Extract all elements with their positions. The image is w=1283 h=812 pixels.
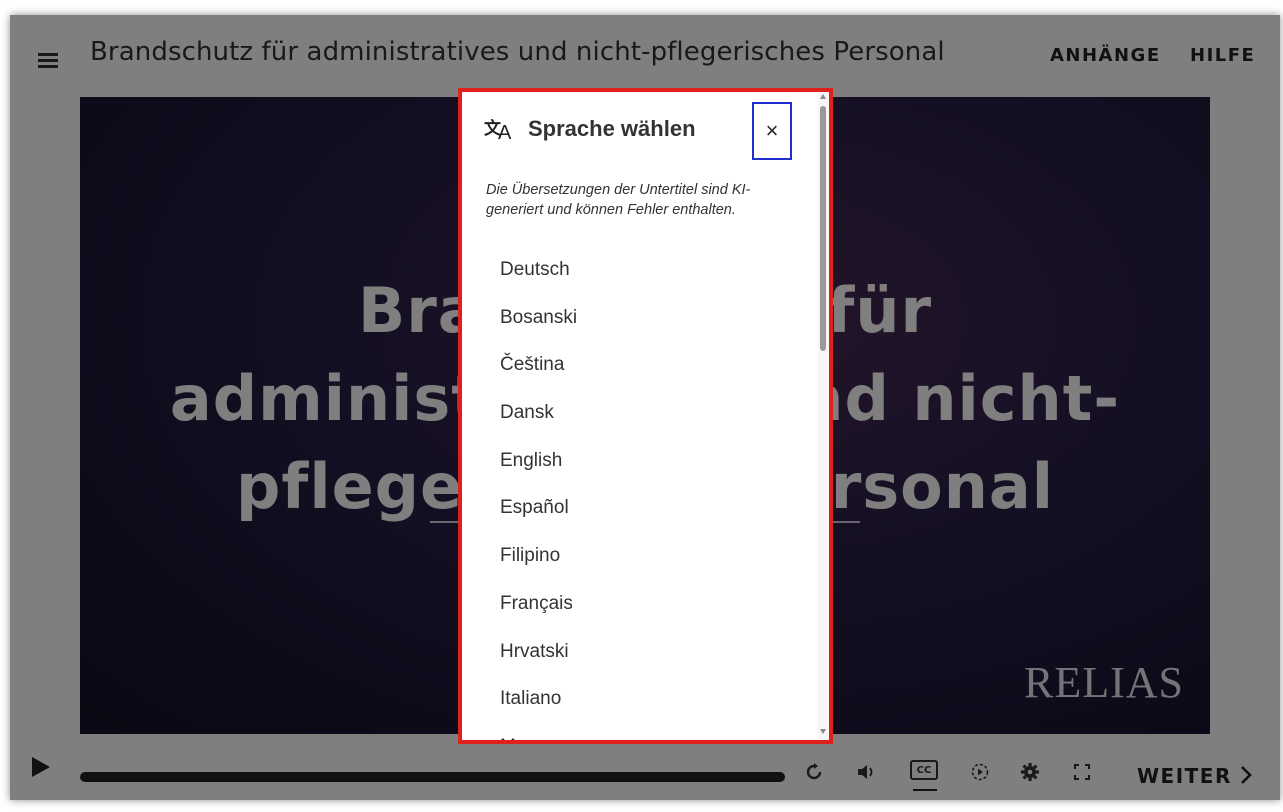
language-option[interactable]: English: [462, 437, 822, 485]
language-option[interactable]: Español: [462, 484, 822, 532]
scrollbar-thumb[interactable]: [820, 106, 826, 351]
language-list: Deutsch Bosanski Čeština Dansk English E…: [462, 246, 822, 740]
scroll-up-arrow-icon[interactable]: [820, 94, 826, 99]
close-button[interactable]: ×: [752, 102, 792, 160]
language-option[interactable]: Čeština: [462, 341, 822, 389]
dialog-scrollbar[interactable]: [818, 92, 829, 740]
language-option[interactable]: Bosanski: [462, 294, 822, 342]
dialog-header: 文A Sprache wählen: [484, 114, 696, 144]
dialog-title: Sprache wählen: [528, 116, 696, 141]
language-option[interactable]: M: [462, 723, 822, 740]
language-option[interactable]: Hrvatski: [462, 628, 822, 676]
language-option[interactable]: Deutsch: [462, 246, 822, 294]
scroll-down-arrow-icon[interactable]: [820, 729, 826, 734]
language-option[interactable]: Filipino: [462, 532, 822, 580]
language-option[interactable]: Français: [462, 580, 822, 628]
language-option[interactable]: Italiano: [462, 675, 822, 723]
language-option[interactable]: Dansk: [462, 389, 822, 437]
translate-icon: 文A: [484, 119, 512, 144]
language-dialog: 文A Sprache wählen × Die Übersetzungen de…: [458, 88, 833, 744]
translation-disclaimer: Die Übersetzungen der Untertitel sind KI…: [486, 182, 751, 218]
